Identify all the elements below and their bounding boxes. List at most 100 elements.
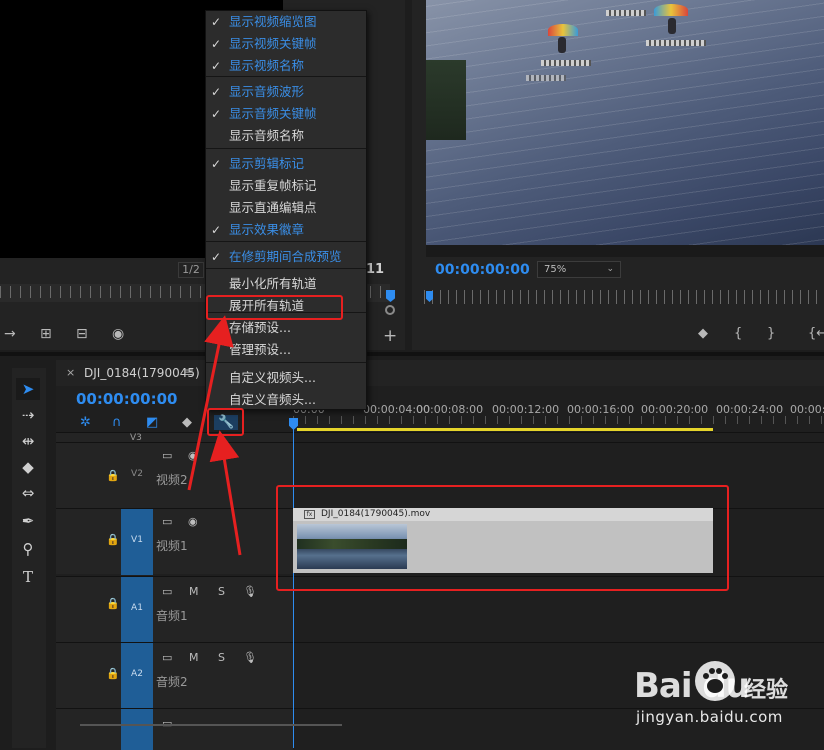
menu-item[interactable]: ✓ 显示剪辑标记 [206,153,366,175]
ruler-label: 00:00:24:00 [716,403,784,416]
timeline-timecode[interactable]: 00:00:00:00 [76,390,178,408]
panel-divider[interactable] [0,352,824,356]
page-indicator[interactable]: 1/2 [178,262,204,278]
type-tool-icon[interactable]: T [16,566,40,588]
source-scroll-knob[interactable] [385,305,395,315]
timeline-ticks [293,416,824,424]
menu-item[interactable]: 显示音频名称 [206,125,366,147]
menu-item[interactable]: 显示直通编辑点 [206,197,366,219]
toggle-sync-icon[interactable]: ▭ [162,515,172,528]
track-name: 视频2 [156,473,188,487]
menu-item-label: 显示重复帧标记 [229,178,317,193]
menu-item[interactable]: ✓ 在修剪期间合成预览 [206,246,366,268]
solo-button[interactable]: S [218,585,225,598]
menu-item-label: 显示音频波形 [229,84,305,99]
menu-item[interactable]: 最小化所有轨道 [206,273,366,295]
menu-item[interactable]: ✓ 显示视频关键帧 [206,33,366,55]
menu-item-label: 在修剪期间合成预览 [229,249,342,264]
track-name: 音频2 [156,675,188,689]
menu-item[interactable]: 存储预设... [206,317,366,339]
highlight-wrench [207,408,244,436]
mark-in-icon[interactable]: → [4,326,16,342]
toggle-sync-icon[interactable]: ▭ [162,585,172,598]
menu-item[interactable]: 显示重复帧标记 [206,175,366,197]
zoom-value: 75% [544,264,567,275]
menu-item[interactable]: 自定义视频头... [206,367,366,389]
solo-button[interactable]: S [218,651,225,664]
baidu-paw-icon [695,661,735,701]
razor-tool-icon[interactable]: ◆ [16,456,40,478]
track-header: 🔒 V2 ▭ ◉ 视频2 [56,443,293,508]
timeline-settings-menu: ✓ 显示视频缩览图 ✓ 显示视频关键帧 ✓ 显示视频名称 ✓ 显示音频波形 ✓ 显示音频关键帧 显示… [205,10,367,410]
menu-item-label: 显示效果徽章 [229,222,305,237]
slip-tool-icon[interactable]: ⇔ [16,482,40,504]
lift-icon[interactable]: ⊞ [40,326,52,342]
track-target[interactable]: V2 [121,469,153,479]
mark-out-icon[interactable]: } [767,326,775,341]
mute-button[interactable]: M [189,651,199,664]
highlight-clip [276,485,729,591]
ruler-label: 00:00:12:00 [492,403,560,416]
lock-icon[interactable]: 🔒 [106,667,120,680]
mark-in-icon[interactable]: { [734,326,742,341]
ruler-label: 00:00:20:00 [641,403,709,416]
program-video-frame [426,0,824,245]
microphone-icon[interactable]: 🎙 [243,651,257,664]
toggle-sync-icon[interactable]: ▭ [162,651,172,664]
track-target[interactable]: V1 [121,509,153,575]
menu-item[interactable]: ✓ 显示视频名称 [206,55,366,77]
zoom-select[interactable]: 75% ⌄ [537,261,621,278]
track-header: 🔒 A2 ▭ M S 🎙 音频2 [56,643,293,709]
extract-icon[interactable]: ⊟ [76,326,88,342]
boatman [668,18,676,34]
check-icon: ✓ [211,59,222,73]
program-monitor: 00:00:00:00 75% ⌄ ◆ { } {← [412,0,824,350]
track-select-tool-icon[interactable]: ⇢ [16,404,40,426]
menu-item-label: 显示音频名称 [229,128,305,143]
menu-item-label: 存储预设... [229,320,291,335]
sequence-tab[interactable]: DJI_0184(1790045) [84,366,200,380]
boatman [558,37,566,53]
marker-icon[interactable]: ◆ [182,415,192,430]
marker-icon[interactable]: ◆ [698,326,708,341]
go-to-in-icon[interactable]: {← [808,326,824,341]
selection-tool-icon[interactable]: ➤ [16,378,40,400]
lock-icon[interactable]: 🔒 [106,597,120,610]
work-area-bar[interactable] [297,428,713,431]
eye-icon[interactable]: ◉ [188,449,198,462]
lock-icon[interactable]: 🔒 [106,533,120,546]
zoom-tool-icon[interactable]: ⚲ [16,538,40,560]
close-tab-icon[interactable]: × [66,366,75,379]
baidu-jingyan-watermark: Bai du 经验 jingyan.baidu.com [634,660,820,740]
water-ripples [426,0,824,245]
eye-icon[interactable]: ◉ [188,515,198,528]
menu-separator [206,148,366,149]
tab-menu-icon[interactable]: ≡ [184,365,194,379]
mute-button[interactable]: M [189,585,199,598]
track-target[interactable]: A1 [121,577,153,643]
add-button-icon[interactable]: + [383,326,397,346]
toggle-sync-icon[interactable]: ▭ [162,449,172,462]
menu-item[interactable]: ✓ 显示效果徽章 [206,219,366,241]
snap-icon[interactable]: ✲ [80,415,91,430]
check-icon: ✓ [211,85,222,99]
lock-icon[interactable]: 🔒 [106,469,120,482]
camera-icon[interactable]: ◉ [112,326,124,342]
program-ruler[interactable] [424,290,824,304]
bamboo-raft [526,75,566,81]
pen-tool-icon[interactable]: ✒ [16,510,40,532]
ripple-edit-tool-icon[interactable]: ⇹ [16,430,40,452]
menu-item[interactable]: ✓ 显示视频缩览图 [206,11,366,33]
microphone-icon[interactable]: 🎙 [243,585,257,598]
menu-item-label: 自定义音频头... [229,392,316,407]
menu-item[interactable]: ✓ 显示音频关键帧 [206,103,366,125]
track-name: 音频1 [156,609,188,623]
add-marker-icon[interactable]: ◩ [146,415,158,430]
menu-item[interactable]: ✓ 显示音频波形 [206,81,366,103]
menu-item[interactable]: 管理预设... [206,339,366,361]
track-target[interactable]: A2 [121,643,153,709]
linked-selection-icon[interactable]: ∩ [112,415,122,430]
program-timecode[interactable]: 00:00:00:00 [435,262,530,278]
timeline-scrollbar[interactable] [70,720,350,732]
menu-item-label: 自定义视频头... [229,370,316,385]
